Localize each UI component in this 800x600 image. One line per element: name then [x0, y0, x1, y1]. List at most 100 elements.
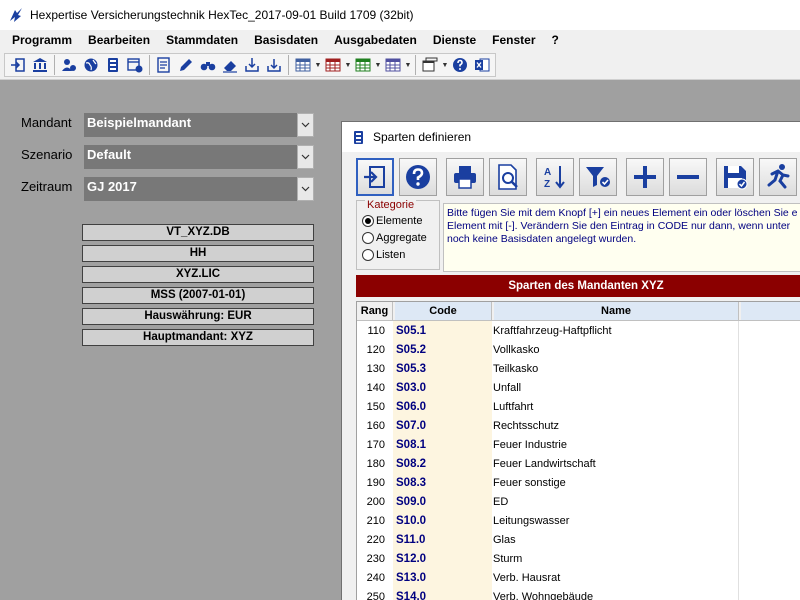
import-button[interactable]	[241, 54, 263, 76]
cell-name[interactable]: Kraftfahrzeug-Haftpflicht	[492, 321, 739, 340]
radio-button[interactable]	[362, 249, 374, 261]
table-row[interactable]: 170 S08.1 Feuer Industrie	[357, 435, 800, 454]
cell-rang[interactable]: 170	[357, 435, 393, 454]
table-row[interactable]: 150 S06.0 Luftfahrt	[357, 397, 800, 416]
preview-button[interactable]	[489, 158, 527, 196]
table-purple-dropdown[interactable]: ▼	[404, 54, 412, 76]
cell-rang[interactable]: 190	[357, 473, 393, 492]
table-green-button[interactable]	[352, 54, 374, 76]
menu-help[interactable]: ?	[544, 33, 567, 47]
database-button[interactable]	[102, 54, 124, 76]
mandant-combo[interactable]: Beispielmandant	[84, 113, 314, 137]
cell-name[interactable]: Sturm	[492, 549, 739, 568]
eraser-button[interactable]	[219, 54, 241, 76]
menu-basisdaten[interactable]: Basisdaten	[246, 33, 326, 47]
cell-extra[interactable]	[739, 473, 800, 492]
cell-code[interactable]: S10.0	[393, 511, 492, 530]
cell-extra[interactable]	[739, 530, 800, 549]
column-header-name[interactable]: Name	[494, 302, 739, 320]
cell-code[interactable]: S08.2	[393, 454, 492, 473]
globe-button[interactable]	[80, 54, 102, 76]
column-header-rang[interactable]: Rang	[357, 302, 393, 320]
table-green-dropdown[interactable]: ▼	[374, 54, 382, 76]
cell-name[interactable]: Feuer sonstige	[492, 473, 739, 492]
zeitraum-combo[interactable]: GJ 2017	[84, 177, 314, 201]
cell-code[interactable]: S12.0	[393, 549, 492, 568]
menu-fenster[interactable]: Fenster	[484, 33, 543, 47]
zeitraum-dropdown-button[interactable]	[297, 177, 314, 201]
cell-rang[interactable]: 110	[357, 321, 393, 340]
table-row[interactable]: 190 S08.3 Feuer sonstige	[357, 473, 800, 492]
table-row[interactable]: 200 S09.0 ED	[357, 492, 800, 511]
help-button[interactable]	[449, 54, 471, 76]
cell-extra[interactable]	[739, 549, 800, 568]
edit-button[interactable]	[175, 54, 197, 76]
users-button[interactable]	[58, 54, 80, 76]
menu-bearbeiten[interactable]: Bearbeiten	[80, 33, 158, 47]
cell-extra[interactable]	[739, 416, 800, 435]
bank-button[interactable]	[29, 54, 51, 76]
cell-code[interactable]: S06.0	[393, 397, 492, 416]
window-button[interactable]	[419, 54, 441, 76]
cell-name[interactable]: Verb. Wohngebäude	[492, 587, 739, 600]
column-header-code[interactable]: Code	[395, 302, 492, 320]
cell-code[interactable]: S09.0	[393, 492, 492, 511]
help-button[interactable]	[399, 158, 437, 196]
cell-rang[interactable]: 220	[357, 530, 393, 549]
szenario-dropdown-button[interactable]	[297, 145, 314, 169]
cell-extra[interactable]	[739, 454, 800, 473]
cell-extra[interactable]	[739, 397, 800, 416]
excel-button[interactable]	[471, 54, 493, 76]
cell-name[interactable]: ED	[492, 492, 739, 511]
run-button[interactable]	[759, 158, 797, 196]
table-blue-button[interactable]	[292, 54, 314, 76]
radio-elemente[interactable]: Elemente	[362, 215, 422, 227]
exit-button[interactable]	[356, 158, 394, 196]
table-row[interactable]: 130 S05.3 Teilkasko	[357, 359, 800, 378]
cell-rang[interactable]: 130	[357, 359, 393, 378]
binoculars-button[interactable]	[197, 54, 219, 76]
cell-rang[interactable]: 160	[357, 416, 393, 435]
table-row[interactable]: 210 S10.0 Leitungswasser	[357, 511, 800, 530]
cell-extra[interactable]	[739, 359, 800, 378]
radio-listen[interactable]: Listen	[362, 249, 405, 261]
window-dropdown[interactable]: ▼	[441, 54, 449, 76]
radio-aggregate[interactable]: Aggregate	[362, 232, 427, 244]
menu-dienste[interactable]: Dienste	[425, 33, 484, 47]
cell-code[interactable]: S11.0	[393, 530, 492, 549]
cell-extra[interactable]	[739, 568, 800, 587]
table-blue-dropdown[interactable]: ▼	[314, 54, 322, 76]
cell-name[interactable]: Glas	[492, 530, 739, 549]
cell-rang[interactable]: 150	[357, 397, 393, 416]
cell-code[interactable]: S05.1	[393, 321, 492, 340]
filter-button[interactable]	[579, 158, 617, 196]
column-header-extra[interactable]: I	[741, 302, 800, 320]
menu-ausgabedaten[interactable]: Ausgabedaten	[326, 33, 425, 47]
cell-name[interactable]: Unfall	[492, 378, 739, 397]
save-button[interactable]	[716, 158, 754, 196]
cell-rang[interactable]: 140	[357, 378, 393, 397]
cell-code[interactable]: S08.1	[393, 435, 492, 454]
cell-name[interactable]: Luftfahrt	[492, 397, 739, 416]
cell-extra[interactable]	[739, 378, 800, 397]
cell-name[interactable]: Feuer Industrie	[492, 435, 739, 454]
cell-name[interactable]: Leitungswasser	[492, 511, 739, 530]
mandant-dropdown-button[interactable]	[297, 113, 314, 137]
table-row[interactable]: 180 S08.2 Feuer Landwirtschaft	[357, 454, 800, 473]
cell-name[interactable]: Verb. Hausrat	[492, 568, 739, 587]
cell-extra[interactable]	[739, 340, 800, 359]
cell-rang[interactable]: 210	[357, 511, 393, 530]
table-red-button[interactable]	[322, 54, 344, 76]
cell-code[interactable]: S14.0	[393, 587, 492, 600]
cell-code[interactable]: S05.2	[393, 340, 492, 359]
export-button[interactable]	[263, 54, 285, 76]
remove-button[interactable]	[669, 158, 707, 196]
cell-extra[interactable]	[739, 587, 800, 600]
table-row[interactable]: 240 S13.0 Verb. Hausrat	[357, 568, 800, 587]
cell-extra[interactable]	[739, 492, 800, 511]
cell-extra[interactable]	[739, 511, 800, 530]
cell-code[interactable]: S08.3	[393, 473, 492, 492]
login-button[interactable]	[7, 54, 29, 76]
cell-extra[interactable]	[739, 435, 800, 454]
radio-button-checked[interactable]	[362, 215, 374, 227]
